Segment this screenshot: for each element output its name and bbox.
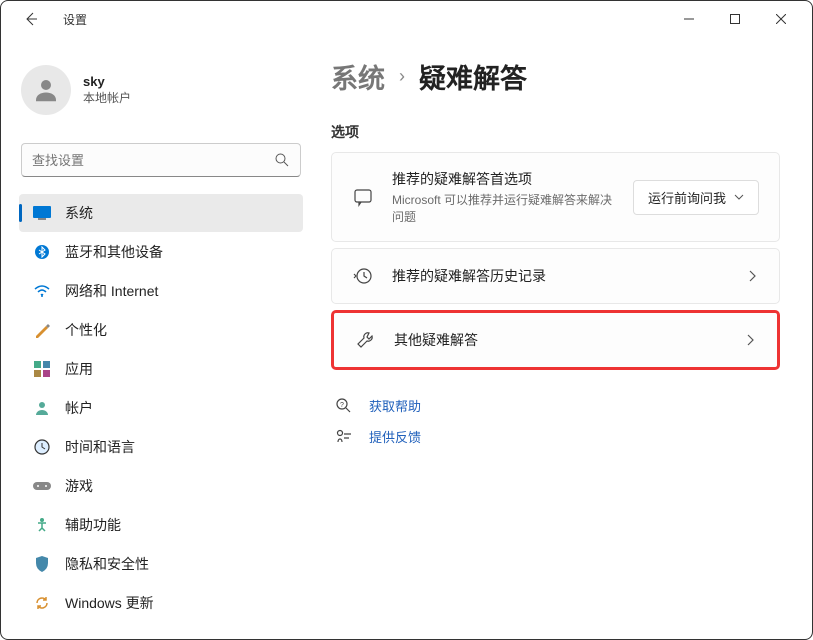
get-help-link[interactable]: ? 获取帮助 <box>331 390 780 421</box>
card-title: 其他疑难解答 <box>394 330 725 350</box>
section-label: 选项 <box>331 122 780 142</box>
card-subtitle: Microsoft 可以推荐并运行疑难解答来解决问题 <box>392 191 615 225</box>
system-icon <box>33 204 51 222</box>
avatar <box>21 65 71 115</box>
minimize-button[interactable] <box>666 4 712 34</box>
sidebar-item-gaming[interactable]: 游戏 <box>19 467 303 505</box>
sidebar-item-label: Windows 更新 <box>65 593 154 613</box>
sidebar-item-personalize[interactable]: 个性化 <box>19 311 303 349</box>
titlebar: 设置 <box>1 1 812 37</box>
sidebar-item-label: 网络和 Internet <box>65 281 158 301</box>
sidebar-item-label: 个性化 <box>65 320 107 340</box>
maximize-button[interactable] <box>712 4 758 34</box>
sidebar-item-label: 蓝牙和其他设备 <box>65 242 163 262</box>
sidebar-item-label: 应用 <box>65 359 93 379</box>
sidebar-item-privacy[interactable]: 隐私和安全性 <box>19 545 303 583</box>
help-link-label: 获取帮助 <box>369 396 421 415</box>
sidebar-item-label: 隐私和安全性 <box>65 554 149 574</box>
breadcrumb-parent[interactable]: 系统 <box>331 57 385 96</box>
sidebar-item-network[interactable]: 网络和 Internet <box>19 272 303 310</box>
help-links: ? 获取帮助 提供反馈 <box>331 390 780 452</box>
feedback-link[interactable]: 提供反馈 <box>331 421 780 452</box>
sidebar-item-accounts[interactable]: 帐户 <box>19 389 303 427</box>
back-button[interactable] <box>17 5 45 33</box>
personalize-icon <box>33 321 51 339</box>
card-title: 推荐的疑难解答历史记录 <box>392 266 727 286</box>
chevron-down-icon <box>734 194 744 200</box>
search-input[interactable] <box>32 153 274 168</box>
user-name: sky <box>83 74 131 89</box>
nav-list: 系统 蓝牙和其他设备 网络和 Internet 个性化 应用 帐户 <box>13 193 309 639</box>
main-content: 系统 › 疑难解答 选项 推荐的疑难解答首选项 Microsoft 可以推荐并运… <box>321 37 812 639</box>
close-button[interactable] <box>758 4 804 34</box>
help-link-label: 提供反馈 <box>369 427 421 446</box>
sidebar-item-system[interactable]: 系统 <box>19 194 303 232</box>
chevron-right-icon: › <box>399 66 405 87</box>
bluetooth-icon <box>33 243 51 261</box>
chevron-right-icon <box>743 334 757 346</box>
wrench-icon <box>354 329 376 351</box>
search-icon <box>274 152 290 168</box>
window-controls <box>666 4 804 34</box>
svg-text:?: ? <box>340 402 344 409</box>
privacy-icon <box>33 555 51 573</box>
user-type: 本地帐户 <box>83 89 131 106</box>
sidebar-item-update[interactable]: Windows 更新 <box>19 584 303 622</box>
card-other-troubleshooters[interactable]: 其他疑难解答 <box>331 310 780 370</box>
gaming-icon <box>33 477 51 495</box>
breadcrumb: 系统 › 疑难解答 <box>331 57 780 96</box>
update-icon <box>33 594 51 612</box>
sidebar-item-bluetooth[interactable]: 蓝牙和其他设备 <box>19 233 303 271</box>
recommended-dropdown[interactable]: 运行前询问我 <box>633 180 759 215</box>
dropdown-label: 运行前询问我 <box>648 188 726 207</box>
page-title: 疑难解答 <box>419 57 527 96</box>
user-section[interactable]: sky 本地帐户 <box>13 49 309 131</box>
chat-icon <box>352 186 374 208</box>
help-icon: ? <box>335 397 353 415</box>
sidebar-item-time[interactable]: 时间和语言 <box>19 428 303 466</box>
sidebar-item-label: 帐户 <box>65 398 93 418</box>
accounts-icon <box>33 399 51 417</box>
sidebar-item-label: 时间和语言 <box>65 437 135 457</box>
chevron-right-icon <box>745 270 759 282</box>
network-icon <box>33 282 51 300</box>
card-title: 推荐的疑难解答首选项 <box>392 169 615 189</box>
search-box[interactable] <box>21 143 301 177</box>
sidebar-item-label: 系统 <box>65 203 93 223</box>
time-icon <box>33 438 51 456</box>
sidebar-item-label: 辅助功能 <box>65 515 121 535</box>
history-icon <box>352 265 374 287</box>
feedback-icon <box>335 428 353 446</box>
card-history[interactable]: 推荐的疑难解答历史记录 <box>331 248 780 304</box>
card-recommended-prefs: 推荐的疑难解答首选项 Microsoft 可以推荐并运行疑难解答来解决问题 运行… <box>331 152 780 242</box>
app-title: 设置 <box>63 11 87 28</box>
sidebar: sky 本地帐户 系统 蓝牙和其他设备 网络和 Internet <box>1 37 321 639</box>
sidebar-item-label: 游戏 <box>65 476 93 496</box>
accessibility-icon <box>33 516 51 534</box>
apps-icon <box>33 360 51 378</box>
sidebar-item-accessibility[interactable]: 辅助功能 <box>19 506 303 544</box>
sidebar-item-apps[interactable]: 应用 <box>19 350 303 388</box>
